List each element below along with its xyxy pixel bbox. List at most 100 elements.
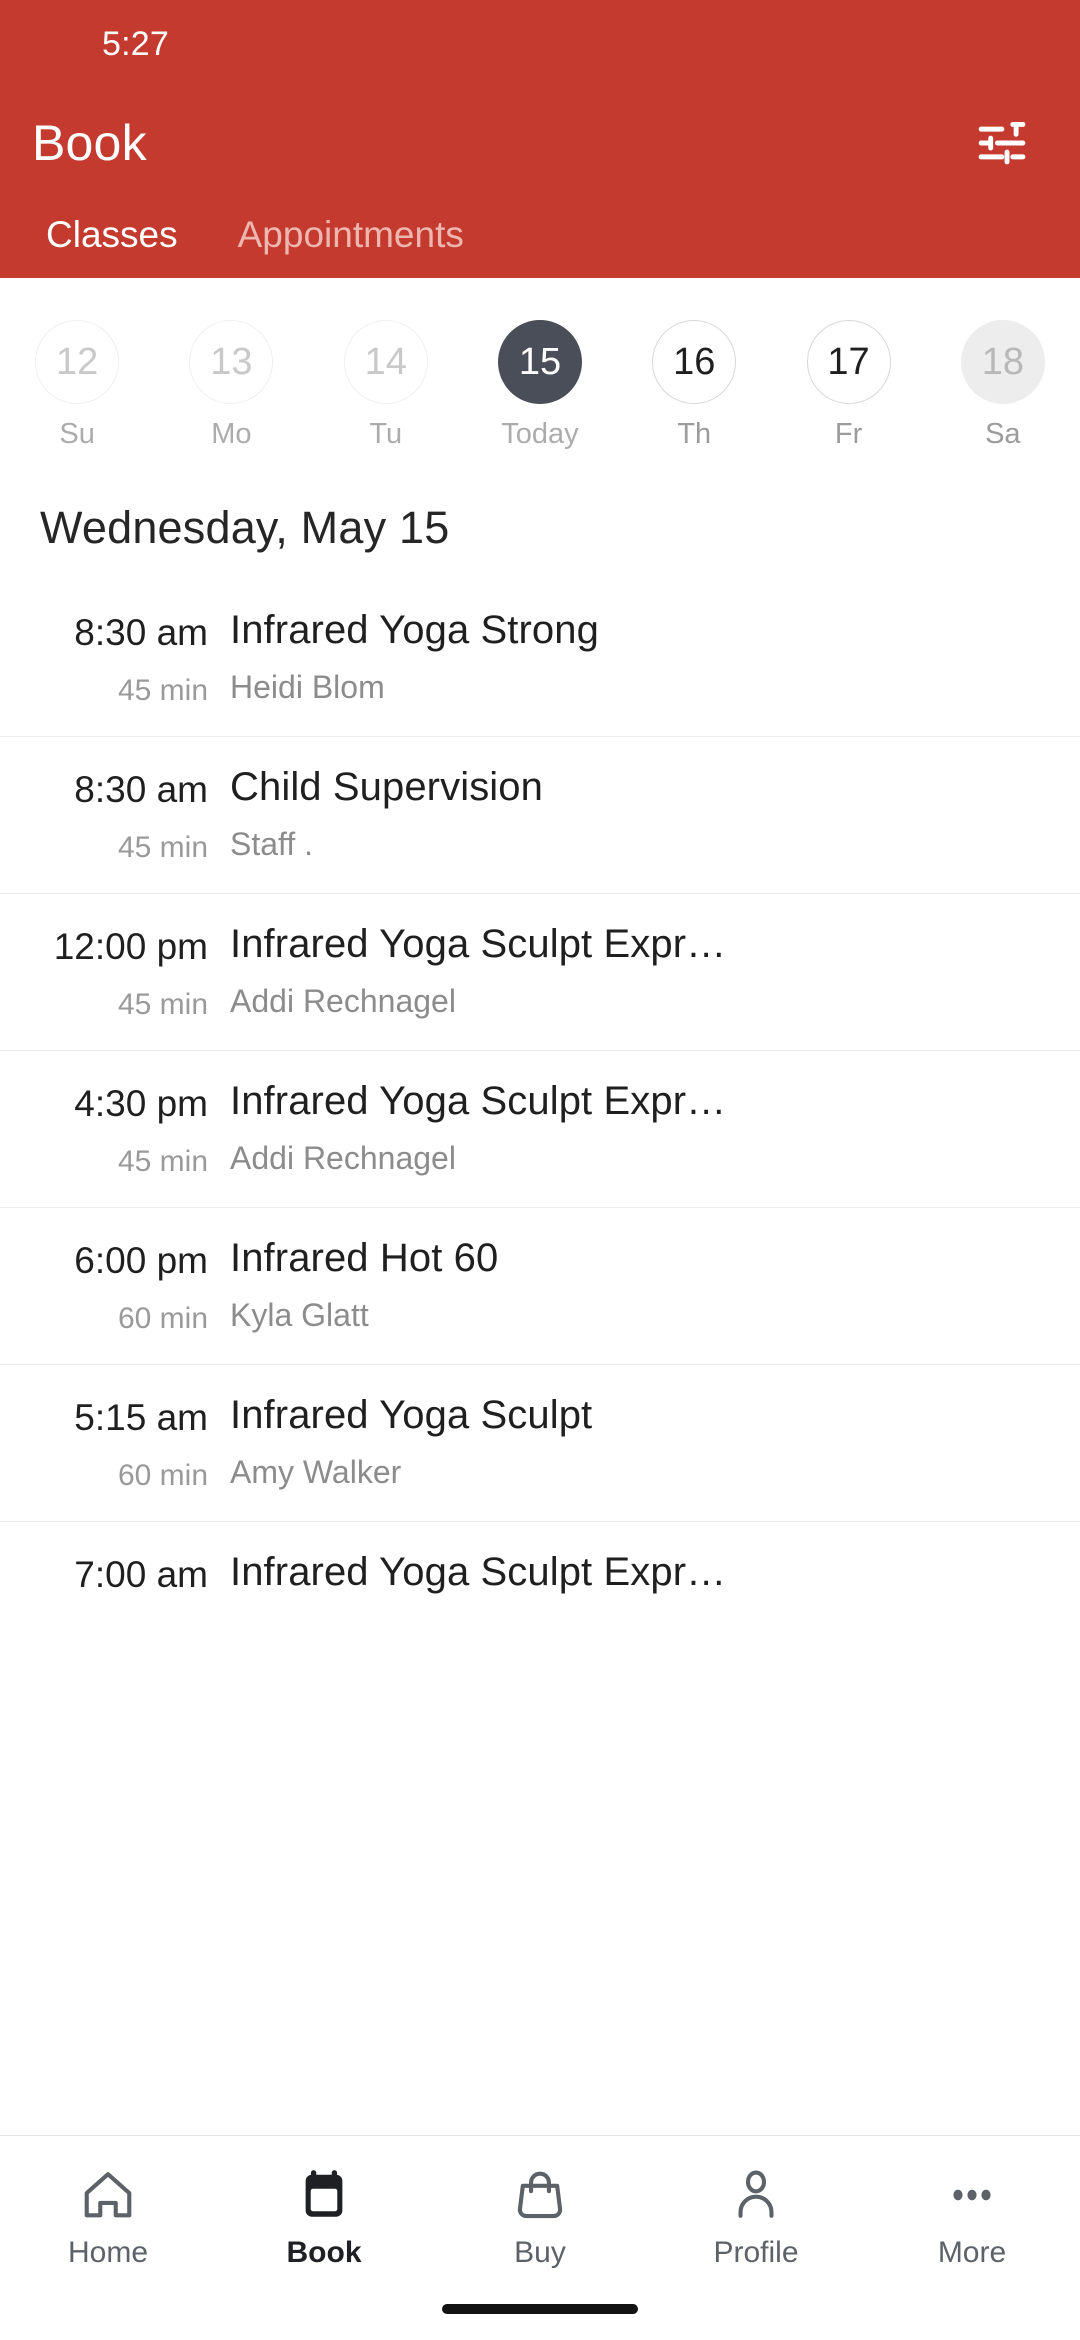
date-circle: 16	[652, 320, 737, 404]
class-name: Infrared Hot 60	[230, 1236, 499, 1280]
class-instructor: Amy Walker	[230, 1454, 402, 1490]
class-name: Child Supervision	[230, 765, 543, 809]
class-instructor: Addi Rechnagel	[230, 983, 456, 1019]
class-start-time: 4:30 pm	[74, 1083, 208, 1124]
class-start-time: 8:30 am	[74, 612, 208, 653]
nav-item-home-label: Home	[67, 2236, 149, 2269]
filter-button[interactable]	[968, 109, 1036, 177]
nav-item-more-label: More	[937, 2236, 1007, 2269]
date-circle-selected: 15	[497, 320, 582, 404]
title-bar: Book	[0, 88, 1080, 198]
date-weekday-label: Fr	[834, 418, 863, 450]
tab-classes-label: Classes	[46, 214, 178, 255]
home-indicator[interactable]	[442, 2304, 638, 2314]
date-item-17[interactable]: 17 Fr	[771, 320, 925, 451]
date-item-15-today[interactable]: 15 Today	[463, 320, 617, 451]
nav-item-more[interactable]: More	[864, 2162, 1080, 2270]
class-duration: 45 min	[117, 988, 208, 1021]
status-bar: 5:27	[0, 0, 1080, 88]
class-duration: 45 min	[117, 831, 208, 864]
nav-item-home[interactable]: Home	[0, 2162, 216, 2270]
date-weekday-label: Su	[59, 418, 95, 450]
tab-classes[interactable]: Classes	[24, 214, 200, 274]
class-instructor: Staff .	[230, 826, 314, 862]
class-info-column: Infrared Yoga Strong Heidi Blom	[230, 604, 1046, 706]
class-info-column: Infrared Yoga Sculpt Expr… Addi Rechnage…	[230, 918, 1046, 1020]
date-weekday-label: Mo	[211, 418, 252, 450]
class-info-column: Infrared Yoga Sculpt Amy Walker	[230, 1389, 1046, 1491]
tab-appointments[interactable]: Appointments	[216, 214, 486, 274]
date-item-18[interactable]: 18 Sa	[926, 320, 1080, 451]
class-time-column: 8:30 am 45 min	[34, 761, 230, 865]
nav-item-book[interactable]: Book	[216, 2162, 432, 2270]
tab-appointments-label: Appointments	[237, 214, 464, 255]
date-item-13[interactable]: 13 Mo	[154, 320, 308, 451]
date-item-14[interactable]: 14 Tu	[309, 320, 463, 451]
class-duration: 45 min	[117, 674, 208, 707]
class-time-column: 5:15 am 60 min	[34, 1389, 230, 1493]
class-instructor: Heidi Blom	[230, 669, 385, 705]
person-icon	[727, 2162, 785, 2228]
date-weekday-label: Today	[501, 418, 579, 450]
class-duration: 60 min	[117, 1302, 208, 1335]
class-name: Infrared Yoga Strong	[230, 608, 599, 652]
class-name: Infrared Yoga Sculpt Expr…	[230, 922, 727, 966]
class-time-column: 6:00 pm 60 min	[34, 1232, 230, 1336]
app-screen: 5:27 Book Classes Appointments 12 Su 13 …	[0, 0, 1080, 2340]
date-circle: 18	[960, 320, 1045, 404]
class-info-column: Infrared Yoga Sculpt Expr… Addi Rechnage…	[230, 1075, 1046, 1177]
nav-item-book-label: Book	[286, 2236, 362, 2269]
schedule-date-heading: Wednesday, May 15	[40, 502, 450, 553]
status-bar-clock: 5:27	[102, 24, 169, 63]
class-info-column: Child Supervision Staff .	[230, 761, 1046, 863]
class-start-time: 8:30 am	[74, 769, 208, 810]
class-time-column: 4:30 pm 45 min	[34, 1075, 230, 1179]
date-circle: 13	[189, 320, 274, 404]
class-list-item[interactable]: 7:00 am Infrared Yoga Sculpt Expr…	[0, 1521, 1080, 1654]
home-icon	[79, 2162, 137, 2228]
class-time-column: 12:00 pm 45 min	[34, 918, 230, 1022]
class-time-column: 8:30 am 45 min	[34, 604, 230, 708]
class-info-column: Infrared Yoga Sculpt Expr…	[230, 1546, 1046, 1611]
date-item-12[interactable]: 12 Su	[0, 320, 154, 451]
shopping-bag-icon	[511, 2162, 569, 2228]
date-weekday-label: Th	[677, 418, 712, 450]
date-selector-strip[interactable]: 12 Su 13 Mo 14 Tu 15 Today 16 Th 17 Fr 1…	[0, 278, 1080, 456]
class-instructor: Kyla Glatt	[230, 1297, 369, 1333]
calendar-icon	[295, 2162, 353, 2228]
class-list-item[interactable]: 4:30 pm 45 min Infrared Yoga Sculpt Expr…	[0, 1050, 1080, 1207]
class-list-item[interactable]: 8:30 am 45 min Child Supervision Staff .	[0, 736, 1080, 893]
ellipsis-icon	[943, 2162, 1001, 2228]
date-weekday-label: Tu	[369, 418, 403, 450]
class-list-item[interactable]: 12:00 pm 45 min Infrared Yoga Sculpt Exp…	[0, 893, 1080, 1050]
class-duration: 45 min	[117, 1145, 208, 1178]
nav-item-profile-label: Profile	[713, 2236, 799, 2269]
class-start-time: 12:00 pm	[53, 926, 208, 967]
class-time-column: 7:00 am	[34, 1546, 230, 1616]
class-start-time: 7:00 am	[74, 1554, 208, 1595]
class-info-column: Infrared Hot 60 Kyla Glatt	[230, 1232, 1046, 1334]
class-name: Infrared Yoga Sculpt	[230, 1393, 593, 1437]
date-circle: 14	[343, 320, 428, 404]
class-instructor: Addi Rechnagel	[230, 1140, 456, 1176]
tune-sliders-icon	[978, 122, 1026, 165]
date-weekday-label: Sa	[985, 418, 1021, 450]
class-start-time: 5:15 am	[74, 1397, 208, 1438]
date-item-16[interactable]: 16 Th	[617, 320, 771, 451]
page-title: Book	[32, 115, 147, 171]
bottom-navigation-bar: Home Book Buy Profile More	[0, 2135, 1080, 2340]
date-circle: 12	[35, 320, 120, 404]
class-list-item[interactable]: 6:00 pm 60 min Infrared Hot 60 Kyla Glat…	[0, 1207, 1080, 1364]
class-duration: 60 min	[117, 1459, 208, 1492]
class-name: Infrared Yoga Sculpt Expr…	[230, 1079, 727, 1123]
class-start-time: 6:00 pm	[74, 1240, 208, 1281]
class-list-item[interactable]: 8:30 am 45 min Infrared Yoga Strong Heid…	[0, 594, 1080, 736]
date-circle: 17	[806, 320, 891, 404]
nav-item-buy-label: Buy	[514, 2236, 566, 2269]
nav-item-profile[interactable]: Profile	[648, 2162, 864, 2270]
class-name: Infrared Yoga Sculpt Expr…	[230, 1550, 727, 1594]
class-list-item[interactable]: 5:15 am 60 min Infrared Yoga Sculpt Amy …	[0, 1364, 1080, 1521]
class-schedule-list[interactable]: Wednesday, May 15 8:30 am 45 min Infrare…	[0, 456, 1080, 2135]
header-tabs: Classes Appointments	[0, 198, 1080, 274]
nav-item-buy[interactable]: Buy	[432, 2162, 648, 2270]
